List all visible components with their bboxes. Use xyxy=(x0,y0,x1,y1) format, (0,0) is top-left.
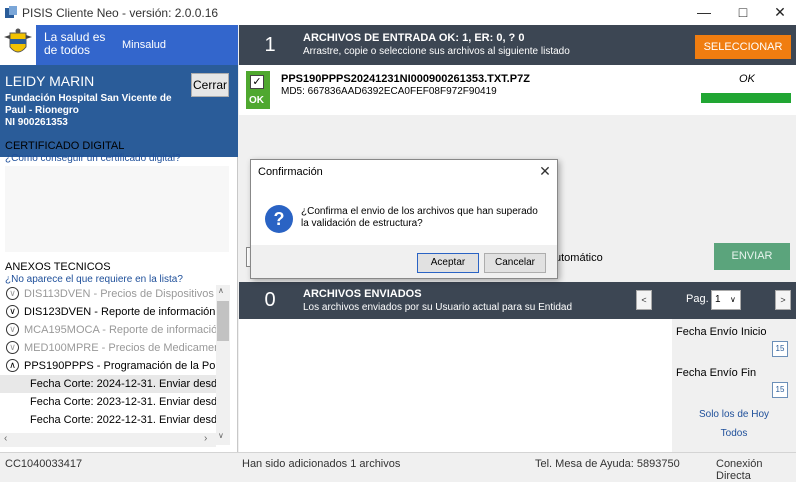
expand-icon[interactable]: ∨ xyxy=(6,323,19,336)
annex-item[interactable]: ∨ MCA195MOCA - Reporte de información pa xyxy=(0,321,230,339)
status-connection: Conexión Directa xyxy=(716,458,763,482)
cancel-button[interactable]: Cancelar xyxy=(484,253,546,273)
certificate-link[interactable]: ¿Como conseguir un certificado digital? xyxy=(5,153,181,164)
annex-subitem[interactable]: Fecha Corte: 2023-12-31. Enviar desde 20… xyxy=(0,393,230,411)
question-icon: ? xyxy=(265,205,293,233)
file-checkbox[interactable]: ✓ xyxy=(250,75,264,89)
scroll-up-icon[interactable]: ∧ xyxy=(218,286,224,295)
annex-label: MCA195MOCA - Reporte de información pa xyxy=(24,324,230,336)
sent-title: ARCHIVOS ENVIADOS xyxy=(303,288,422,300)
page-select[interactable]: 1 ∨ xyxy=(711,290,741,310)
sent-header: 0 ARCHIVOS ENVIADOS Los archivos enviado… xyxy=(239,282,796,319)
incoming-count: 1 xyxy=(264,34,276,56)
status-helpdesk: Tel. Mesa de Ayuda: 5893750 xyxy=(535,458,680,470)
file-ok-tag: ✓ OK xyxy=(246,71,270,109)
send-button[interactable]: ENVIAR xyxy=(714,243,790,270)
scrollbar-thumb[interactable] xyxy=(217,301,229,341)
scroll-left-icon[interactable]: ‹ xyxy=(4,433,7,444)
file-row[interactable]: ✓ OK PPS190PPPS20241231NI000900261353.TX… xyxy=(239,65,796,115)
brand-slogan: La salud es de todos xyxy=(44,30,106,57)
page-value: 1 xyxy=(715,294,721,305)
brand-ministry: Minsalud xyxy=(122,39,167,51)
incoming-header: 1 ARCHIVOS DE ENTRADA OK: 1, ER: 0, ? 0 … xyxy=(239,25,796,65)
incoming-title: ARCHIVOS DE ENTRADA OK: 1, ER: 0, ? 0 xyxy=(303,32,525,44)
collapse-icon[interactable]: ∧ xyxy=(6,359,19,372)
annex-item[interactable]: ∨ DIS123DVEN - Reporte de información de… xyxy=(0,303,230,321)
status-user-id: CC1040033417 xyxy=(5,458,83,470)
today-filter-link[interactable]: Solo los de Hoy xyxy=(672,409,796,420)
sent-count: 0 xyxy=(264,289,276,311)
confirm-dialog: Confirmación ✕ ? ¿Confirma el envio de l… xyxy=(250,159,558,279)
status-bar: CC1040033417 Han sido adicionados 1 arch… xyxy=(0,452,796,482)
minimize-icon[interactable]: — xyxy=(686,0,722,25)
file-status: OK xyxy=(739,73,755,85)
file-name: PPS190PPPS20241231NI000900261353.TXT.P7Z xyxy=(281,73,530,85)
close-icon[interactable]: ✕ xyxy=(535,162,555,180)
calendar-icon[interactable]: 15 xyxy=(772,382,788,398)
annex-label: DIS113DVEN - Precios de Dispositivos Méd… xyxy=(24,288,230,300)
annex-label: MED100MPRE - Precios de Medicamentos xyxy=(24,342,230,354)
brand-banner: La salud es de todos Minsalud xyxy=(0,25,238,65)
annexes-link[interactable]: ¿No aparece el que requiere en la lista? xyxy=(5,274,183,285)
coat-of-arms-icon xyxy=(0,25,36,65)
window-title: PISIS Cliente Neo - versión: 2.0.0.16 xyxy=(22,6,219,20)
end-date-label: Fecha Envío Fin xyxy=(676,367,757,379)
title-bar: PISIS Cliente Neo - versión: 2.0.0.16 — … xyxy=(0,0,796,25)
annex-horizontal-scrollbar[interactable]: ‹ › xyxy=(0,433,216,447)
annex-item[interactable]: ∧ PPS190PPPS - Programación de la Políti… xyxy=(0,357,230,375)
dialog-footer: Aceptar Cancelar xyxy=(251,245,557,278)
expand-icon[interactable]: ∨ xyxy=(6,341,19,354)
sent-list xyxy=(239,319,672,452)
scroll-down-icon[interactable]: ∨ xyxy=(218,431,224,440)
logout-button[interactable]: Cerrar xyxy=(191,73,229,97)
institution-name: Fundación Hospital San Vicente de Paul -… xyxy=(5,93,172,116)
certificate-box[interactable] xyxy=(5,166,229,252)
annex-label: DIS123DVEN - Reporte de información de p xyxy=(24,306,230,318)
annex-subitem[interactable]: Fecha Corte: 2022-12-31. Enviar desde 20… xyxy=(0,411,230,429)
start-date-label: Fecha Envío Inicio xyxy=(676,326,767,338)
page-label: Pag. xyxy=(686,293,709,305)
date-filter-panel: Fecha Envío Inicio 15 Fecha Envío Fin 15… xyxy=(672,319,796,452)
file-md5: MD5: 667836AAD6392ECA0FEF08F972F90419 xyxy=(281,86,497,97)
dialog-body: ? ¿Confirma el envio de los archivos que… xyxy=(251,185,557,245)
institution-nit: NI 900261353 xyxy=(5,117,68,128)
all-filter-link[interactable]: Todos xyxy=(672,428,796,439)
next-page-button[interactable]: > xyxy=(775,290,791,310)
annex-vertical-scrollbar[interactable]: ∧ ∨ xyxy=(216,285,230,445)
annex-item[interactable]: ∨ MED100MPRE - Precios de Medicamentos xyxy=(0,339,230,357)
expand-icon[interactable]: ∨ xyxy=(6,287,19,300)
user-institution: Fundación Hospital San Vicente de Paul -… xyxy=(5,93,190,129)
scroll-right-icon[interactable]: › xyxy=(204,433,207,444)
maximize-icon[interactable]: □ xyxy=(725,0,761,25)
prev-page-button[interactable]: < xyxy=(636,290,652,310)
file-progress-bar xyxy=(701,93,791,103)
left-panel: La salud es de todos Minsalud LEIDY MARI… xyxy=(0,25,238,452)
incoming-subtitle: Arrastre, copie o seleccione sus archivo… xyxy=(303,46,570,57)
file-ok-label: OK xyxy=(249,95,264,106)
annex-tree: ∨ DIS113DVEN - Precios de Dispositivos M… xyxy=(0,285,230,449)
close-icon[interactable]: ✕ xyxy=(762,0,796,25)
status-message: Han sido adicionados 1 archivos xyxy=(242,458,401,470)
accept-button[interactable]: Aceptar xyxy=(417,253,479,273)
sent-subtitle: Los archivos enviados por su Usuario act… xyxy=(303,302,573,313)
annex-subitem[interactable]: Fecha Corte: 2024-12-31. Enviar desde 20… xyxy=(0,375,230,393)
calendar-icon[interactable]: 15 xyxy=(772,341,788,357)
annexes-title: ANEXOS TECNICOS xyxy=(5,261,111,273)
annex-label: PPS190PPPS - Programación de la Política xyxy=(24,360,230,372)
select-files-button[interactable]: SELECCIONAR xyxy=(695,35,791,59)
app-icon xyxy=(5,6,17,18)
certificate-title: CERTIFICADO DIGITAL xyxy=(5,140,125,152)
user-name: LEIDY MARIN xyxy=(5,73,95,89)
expand-icon[interactable]: ∨ xyxy=(6,305,19,318)
annex-item[interactable]: ∨ DIS113DVEN - Precios de Dispositivos M… xyxy=(0,285,230,303)
dialog-message: ¿Confirma el envio de los archivos que h… xyxy=(301,206,538,229)
auto-send-label: utomático xyxy=(555,252,603,264)
dialog-title: Confirmación xyxy=(258,166,323,178)
chevron-down-icon: ∨ xyxy=(730,295,736,304)
